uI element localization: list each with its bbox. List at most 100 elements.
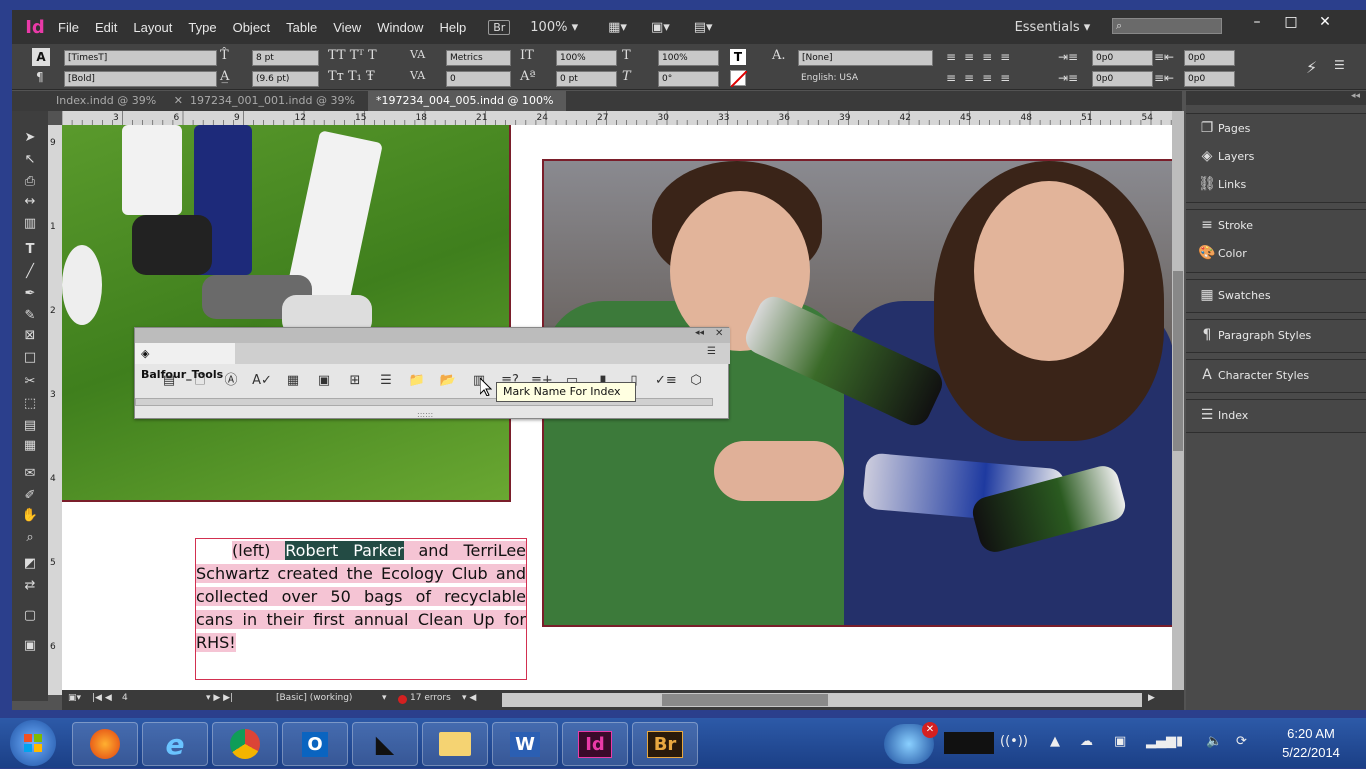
menu-type[interactable]: Type	[180, 20, 224, 35]
horizontal-scrollbar[interactable]	[502, 693, 1142, 707]
font-style-field[interactable]: [Bold]	[64, 71, 217, 87]
tracking-field[interactable]: 0	[446, 71, 511, 87]
bridge-taskbar-button[interactable]: Br	[632, 722, 698, 766]
bridge-button[interactable]: Br	[488, 19, 511, 35]
wireless-icon[interactable]: ((•))	[1000, 734, 1028, 749]
last-line-indent-field[interactable]: 0p0	[1184, 71, 1235, 87]
caption-text-frame[interactable]: (left) Robert Parker and TerriLee Schwar…	[195, 538, 527, 680]
spell-check-icon[interactable]: A✓	[252, 372, 272, 390]
minimize-button[interactable]: –	[1240, 12, 1274, 32]
explorer-taskbar-button[interactable]	[422, 722, 488, 766]
signal-bars-icon[interactable]: ▂▄▆	[1146, 734, 1176, 749]
close-button[interactable]: ✕	[1308, 12, 1342, 32]
volume-icon[interactable]: 🔈	[1206, 734, 1222, 749]
baseline-shift-field[interactable]: 0 pt	[556, 71, 617, 87]
balfour-tab[interactable]: ◈ Balfour_Tools	[135, 343, 235, 381]
skew-field[interactable]: 0°	[658, 71, 719, 87]
type-tool-icon[interactable]: T	[21, 241, 39, 259]
left-indent-field[interactable]: 0p0	[1092, 50, 1153, 66]
small-caps-icon[interactable]: Tᴛ T₁ Ŧ	[328, 69, 375, 84]
content-collector-icon[interactable]: ▥	[21, 215, 39, 233]
panel-stroke[interactable]: ≡ Stroke	[1186, 211, 1366, 239]
text-frame-icon[interactable]: Ⓐ	[221, 372, 241, 390]
gradient-tool-icon[interactable]: ▤	[21, 417, 39, 435]
grid-icon[interactable]: ⊞	[345, 372, 365, 390]
fill-stroke-icon[interactable]: ◩	[21, 555, 39, 573]
page-dropdown-icon[interactable]: ▾ ▶ ▶|	[206, 693, 233, 703]
character-controls-icon[interactable]: A	[32, 48, 50, 66]
tab-197234-004[interactable]: *197234_004_005.indd @ 100% ✕	[368, 91, 566, 127]
layout-grid-icon[interactable]: ▤	[159, 372, 179, 390]
font-size-field[interactable]: 8 pt	[252, 50, 319, 66]
scroll-right-icon[interactable]: ▶	[1148, 693, 1155, 703]
page-number[interactable]: 4	[122, 693, 128, 703]
sync-icon[interactable]: ⟳	[1236, 734, 1247, 749]
panel-swatches[interactable]: ▦ Swatches	[1186, 281, 1366, 309]
rectangle-tool-icon[interactable]: □	[21, 349, 39, 367]
free-transform-tool-icon[interactable]: ⬚	[21, 395, 39, 413]
panel-menu-icon[interactable]: ☰	[1334, 58, 1345, 72]
search-input[interactable]: ⌕	[1112, 18, 1222, 34]
menu-edit[interactable]: Edit	[87, 20, 125, 35]
menu-table[interactable]: Table	[278, 20, 325, 35]
panel-color[interactable]: 🎨 Color	[1186, 239, 1366, 267]
screen-mode-tool-icon[interactable]: ▣	[21, 637, 39, 655]
system-clock[interactable]: 6:20 AM 5/22/2014	[1266, 724, 1356, 762]
text-stroke-none-icon[interactable]	[730, 70, 748, 88]
collapse-dock-icon[interactable]: ◂◂	[1186, 91, 1366, 105]
all-caps-icon[interactable]: TT Tᵀ T	[328, 48, 377, 63]
quick-apply-icon[interactable]: ⚡	[1306, 58, 1317, 77]
gradient-feather-tool-icon[interactable]: ▦	[21, 437, 39, 455]
collapse-panel-icon[interactable]: ◂◂	[695, 328, 704, 338]
style-dropdown-icon[interactable]: ▾	[382, 693, 387, 703]
first-line-indent-field[interactable]: 0p0	[1092, 71, 1153, 87]
zoom-tool-icon[interactable]: ⌕	[21, 529, 39, 547]
view-options-icon[interactable]: ▦▾	[602, 20, 633, 35]
normal-view-icon[interactable]: ▢	[21, 607, 39, 625]
network-error-icon[interactable]: ▣	[1114, 734, 1126, 749]
battery-icon[interactable]: ▮	[1176, 734, 1183, 749]
pencil-tool-icon[interactable]: ✎	[21, 307, 39, 325]
folder-export-icon[interactable]: 📂	[438, 372, 458, 390]
menu-view[interactable]: View	[325, 20, 369, 35]
signal-strength-icon[interactable]	[944, 732, 994, 754]
notebook-taskbar-button[interactable]: ◣	[352, 722, 418, 766]
checklist-icon[interactable]: ✓≡	[655, 372, 677, 390]
scissors-tool-icon[interactable]: ✂	[21, 373, 39, 391]
tab-197234-001[interactable]: 197234_001_001.indd @ 39% ✕	[182, 91, 382, 111]
rectangle-frame-tool-icon[interactable]: ⊠	[21, 327, 39, 345]
paragraph-controls-icon[interactable]: ¶	[36, 70, 44, 84]
caption-text[interactable]: (left) Robert Parker and TerriLee Schwar…	[196, 539, 527, 654]
vertical-scrollbar[interactable]	[1172, 111, 1184, 695]
panel-index[interactable]: ☰ Index	[1186, 401, 1366, 429]
kerning-field[interactable]: Metrics	[446, 50, 511, 66]
right-indent-field[interactable]: 0p0	[1184, 50, 1235, 66]
direct-selection-tool-icon[interactable]: ↖	[21, 151, 39, 169]
package-icon[interactable]: ⬡	[686, 372, 706, 390]
table-icon[interactable]: ▦	[283, 372, 303, 390]
panel-character-styles[interactable]: A Character Styles	[1186, 361, 1366, 389]
gap-tool-icon[interactable]: ↔	[21, 193, 39, 211]
line-tool-icon[interactable]: ╱	[21, 263, 39, 281]
folder-icon[interactable]: 📁	[407, 372, 427, 390]
first-page-icon[interactable]: |◀ ◀	[92, 693, 112, 703]
character-style-field[interactable]: [None]	[798, 50, 933, 66]
new-page-icon[interactable]: 🗋	[190, 372, 210, 390]
vertical-scroll-thumb[interactable]	[1173, 271, 1183, 451]
page-tool-icon[interactable]: ⎙	[21, 173, 39, 191]
selection-tool-icon[interactable]: ➤	[21, 129, 39, 147]
maximize-button[interactable]: □	[1274, 12, 1308, 32]
vertical-scale-field[interactable]: 100%	[556, 50, 617, 66]
outlook-taskbar-button[interactable]: O	[282, 722, 348, 766]
align-buttons-row2[interactable]: ≡≡≡≡	[946, 71, 1018, 85]
panel-frame-icon[interactable]: ▣	[314, 372, 334, 390]
hand-tool-icon[interactable]: ✋	[21, 507, 39, 525]
ie-taskbar-button[interactable]: e	[142, 722, 208, 766]
align-buttons-row1[interactable]: ≡≡≡≡	[946, 50, 1018, 64]
language-field[interactable]: English: USA	[798, 71, 931, 85]
cloud-icon[interactable]: ☁	[1080, 734, 1093, 749]
panel-pages[interactable]: ❐ Pages	[1186, 114, 1366, 142]
firefox-taskbar-button[interactable]	[72, 722, 138, 766]
indesign-taskbar-button[interactable]: Id	[562, 722, 628, 766]
note-tool-icon[interactable]: ✉	[21, 465, 39, 483]
